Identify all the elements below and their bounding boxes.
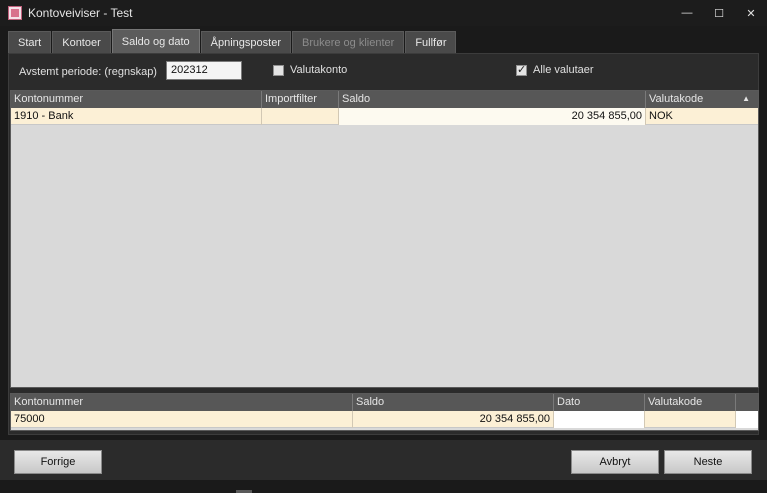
minimize-icon[interactable]: —: [671, 0, 703, 26]
cell-valutakode[interactable]: [645, 411, 736, 428]
alle-valutaer-checkbox[interactable]: [516, 63, 527, 76]
window-title: Kontoveiviser - Test: [28, 6, 133, 20]
valutakonto-checkbox-group[interactable]: Valutakonto: [273, 64, 347, 76]
maximize-icon[interactable]: ☐: [703, 0, 735, 26]
col-header-saldo[interactable]: Saldo: [339, 91, 646, 108]
cell-dato[interactable]: [554, 411, 645, 428]
cell-saldo[interactable]: 20 354 855,00: [353, 411, 554, 428]
cell-kontonummer[interactable]: 75000: [11, 411, 353, 428]
tab-apningsposter[interactable]: Åpningsposter: [200, 31, 291, 53]
col-header-valutakode[interactable]: Valutakode ▲: [646, 91, 758, 108]
tab-fullfor[interactable]: Fullfør: [405, 31, 457, 53]
col-header-kontonummer[interactable]: Kontonummer: [11, 91, 262, 108]
col-header-kontonummer[interactable]: Kontonummer: [11, 394, 353, 411]
cell-valutakode[interactable]: NOK: [646, 108, 758, 125]
tab-kontoer[interactable]: Kontoer: [52, 31, 111, 53]
col-header-dato[interactable]: Dato: [554, 394, 645, 411]
cell-importfilter[interactable]: [262, 108, 339, 125]
table-row[interactable]: 75000 20 354 855,00: [11, 411, 758, 428]
valutakonto-label: Valutakonto: [290, 64, 348, 76]
button-bar: Forrige Avbryt Neste: [0, 440, 767, 480]
tab-saldo-og-dato[interactable]: Saldo og dato: [111, 29, 200, 53]
tab-brukere-og-klienter: Brukere og klienter: [291, 31, 405, 53]
saldo-grid: Kontonummer Importfilter Saldo Valutakod…: [10, 90, 759, 388]
cell-saldo[interactable]: 20 354 855,00: [339, 108, 646, 125]
close-icon[interactable]: ✕: [735, 0, 767, 26]
valutakonto-checkbox[interactable]: [273, 64, 284, 76]
summary-grid-header: Kontonummer Saldo Dato Valutakode: [11, 394, 758, 411]
col-header-valutakode[interactable]: Valutakode: [645, 394, 736, 411]
alle-valutaer-checkbox-group[interactable]: Alle valutaer: [516, 63, 594, 76]
col-header-saldo[interactable]: Saldo: [353, 394, 554, 411]
app-icon: [8, 6, 22, 20]
table-row[interactable]: 1910 - Bank 20 354 855,00 NOK: [11, 108, 758, 125]
next-button[interactable]: Neste: [664, 450, 752, 474]
alle-valutaer-label: Alle valutaer: [533, 64, 594, 76]
cancel-button[interactable]: Avbryt: [571, 450, 659, 474]
status-strip: [0, 482, 767, 493]
period-input[interactable]: 202312: [166, 61, 242, 80]
tab-content-panel: Avstemt periode: (regnskap) 202312 Valut…: [8, 53, 759, 435]
cell-extra: [736, 411, 758, 428]
col-header-extra: [736, 394, 758, 411]
period-label: Avstemt periode: (regnskap): [19, 66, 157, 78]
col-header-valutakode-label: Valutakode: [649, 93, 704, 105]
tab-bar: Start Kontoer Saldo og dato Åpningsposte…: [8, 29, 759, 53]
cell-kontonummer[interactable]: 1910 - Bank: [11, 108, 262, 125]
saldo-grid-header: Kontonummer Importfilter Saldo Valutakod…: [11, 91, 758, 108]
tab-start[interactable]: Start: [8, 31, 52, 53]
window-controls: — ☐ ✕: [671, 0, 767, 26]
previous-button[interactable]: Forrige: [14, 450, 102, 474]
sort-ascending-icon: ▲: [742, 94, 750, 103]
summary-grid: Kontonummer Saldo Dato Valutakode 75000 …: [10, 393, 759, 431]
title-bar: Kontoveiviser - Test — ☐ ✕: [0, 0, 767, 26]
col-header-importfilter[interactable]: Importfilter: [262, 91, 339, 108]
